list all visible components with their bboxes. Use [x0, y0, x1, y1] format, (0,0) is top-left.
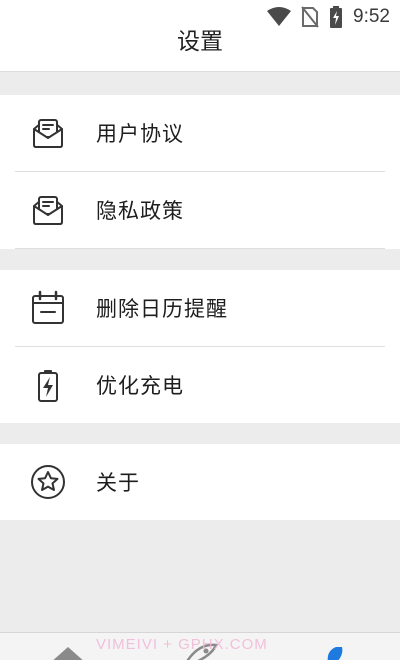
delete-calendar-reminder-item[interactable]: 删除日历提醒 — [0, 270, 400, 346]
about-label: 关于 — [96, 471, 140, 495]
settings-tab-icon[interactable] — [322, 643, 346, 660]
settings-group-1: 用户协议 隐私政策 — [0, 95, 400, 249]
user-agreement-label: 用户协议 — [96, 122, 184, 146]
page-title: 设置 — [177, 29, 223, 55]
watermark: VIMEIVI + GPHX.COM — [96, 636, 268, 653]
optimize-charging-item[interactable]: 优化充电 — [0, 347, 400, 423]
delete-calendar-reminder-label: 删除日历提醒 — [96, 297, 228, 321]
calendar-icon — [32, 290, 64, 324]
privacy-policy-label: 隐私政策 — [96, 199, 184, 223]
battery-charging-icon — [38, 370, 58, 402]
star-circle-icon — [31, 465, 65, 499]
divider — [15, 248, 385, 249]
about-item[interactable]: 关于 — [0, 444, 400, 520]
mail-envelope-icon — [33, 119, 63, 148]
settings-group-2: 删除日历提醒 优化充电 — [0, 270, 400, 423]
settings-group-3: 关于 — [0, 444, 400, 520]
home-icon[interactable] — [48, 643, 88, 660]
privacy-policy-item[interactable]: 隐私政策 — [0, 172, 400, 248]
app-header: 9:52 设置 — [0, 0, 400, 72]
user-agreement-item[interactable]: 用户协议 — [0, 95, 400, 171]
mail-envelope-icon — [33, 196, 63, 225]
optimize-charging-label: 优化充电 — [96, 374, 184, 398]
